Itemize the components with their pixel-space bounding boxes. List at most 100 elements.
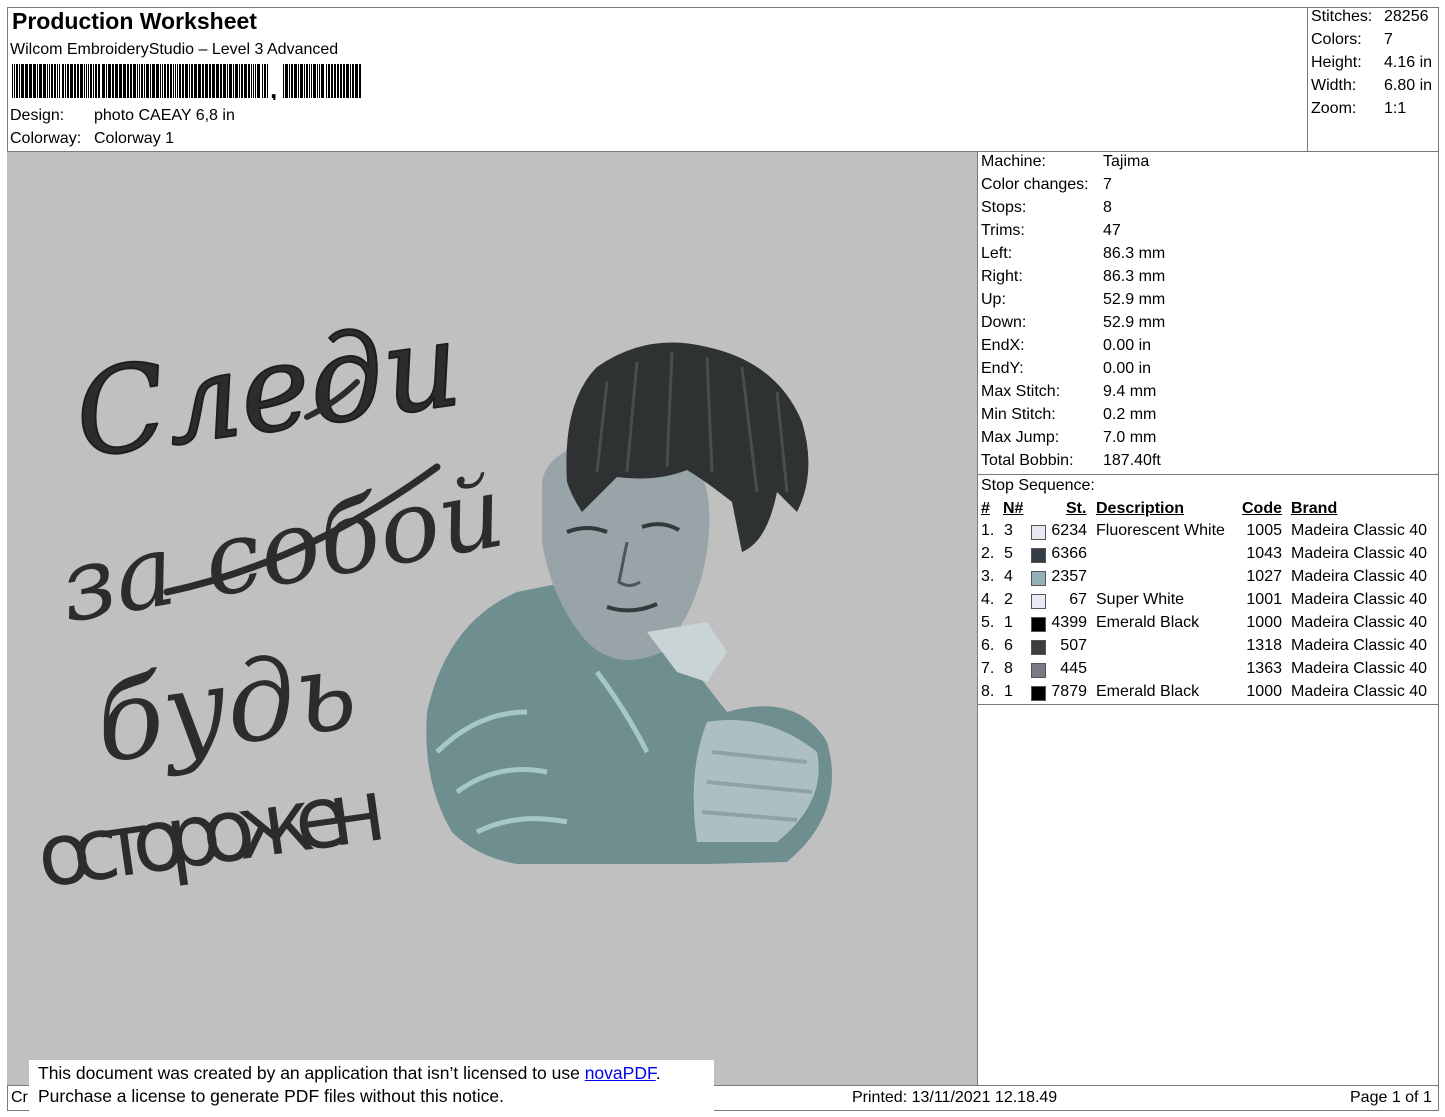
- stitch-count: 4399: [1051, 614, 1087, 631]
- needle-number: 1: [1004, 614, 1013, 631]
- table-row: 2. 5 6366 1043 Madeira Classic 40: [0, 545, 1445, 568]
- column-header-brand: Brand: [1291, 500, 1338, 517]
- property-value: 9.4 mm: [1103, 383, 1157, 400]
- column-header-stitches: St.: [1066, 500, 1087, 517]
- stitch-count: 67: [1069, 591, 1087, 608]
- stitch-count: 507: [1060, 637, 1087, 654]
- property-value: 7.0 mm: [1103, 429, 1157, 446]
- property-value: 86.3 mm: [1103, 245, 1166, 262]
- zoom-label: Zoom:: [1311, 100, 1357, 117]
- application-subtitle: Wilcom EmbroideryStudio – Level 3 Advanc…: [10, 41, 339, 58]
- needle-number: 5: [1004, 545, 1013, 562]
- stitch-count: 7879: [1051, 683, 1087, 700]
- property-label: Down:: [981, 314, 1027, 331]
- property-label: Stops:: [981, 199, 1027, 216]
- thread-brand: Madeira Classic 40: [1291, 614, 1428, 631]
- barcode: ,: [12, 64, 361, 100]
- needle-number: 3: [1004, 522, 1013, 539]
- color-swatch: [1031, 663, 1046, 678]
- property-value: 86.3 mm: [1103, 268, 1166, 285]
- stitches-label: Stitches:: [1311, 8, 1373, 25]
- property-label: Max Jump:: [981, 429, 1060, 446]
- row-number: 4.: [981, 591, 995, 608]
- thread-code: 1027: [1246, 568, 1282, 585]
- worksheet-title: Production Worksheet: [12, 8, 257, 34]
- stop-sequence-title: Stop Sequence:: [981, 477, 1095, 494]
- property-value: 0.2 mm: [1103, 406, 1157, 423]
- needle-number: 8: [1004, 660, 1013, 677]
- property-value: 0.00 in: [1103, 360, 1152, 377]
- thread-description: Emerald Black: [1096, 683, 1200, 700]
- color-swatch: [1031, 640, 1046, 655]
- notice-text: This document was created by an applicat…: [38, 1063, 585, 1083]
- row-number: 3.: [981, 568, 995, 585]
- color-swatch: [1031, 686, 1046, 701]
- table-row: 7. 8 445 1363 Madeira Classic 40: [0, 660, 1445, 683]
- property-label: Right:: [981, 268, 1023, 285]
- stitch-count: 445: [1060, 660, 1087, 677]
- property-label: Left:: [981, 245, 1013, 262]
- thread-code: 1363: [1246, 660, 1282, 677]
- property-value: 187.40ft: [1103, 452, 1161, 469]
- color-swatch: [1031, 525, 1046, 540]
- property-label: EndY:: [981, 360, 1024, 377]
- stitch-count: 6234: [1051, 522, 1087, 539]
- color-swatch: [1031, 594, 1046, 609]
- thread-brand: Madeira Classic 40: [1291, 660, 1428, 677]
- property-label: Min Stitch:: [981, 406, 1056, 423]
- needle-number: 6: [1004, 637, 1013, 654]
- table-row: 3. 4 2357 1027 Madeira Classic 40: [0, 568, 1445, 591]
- property-label: Trims:: [981, 222, 1025, 239]
- property-label: Up:: [981, 291, 1006, 308]
- column-header-num: #: [981, 500, 990, 517]
- property-value: 7: [1103, 176, 1112, 193]
- footer-created-label: Cr: [11, 1089, 28, 1106]
- row-number: 6.: [981, 637, 995, 654]
- novapdf-link[interactable]: novaPDF: [585, 1063, 656, 1083]
- table-row: 1. 3 6234 Fluorescent White 1005 Madeira Clas…: [0, 522, 1445, 545]
- property-label: Total Bobbin:: [981, 452, 1074, 469]
- thread-code: 1318: [1246, 637, 1282, 654]
- thread-brand: Madeira Classic 40: [1291, 522, 1428, 539]
- property-value: 52.9 mm: [1103, 314, 1166, 331]
- design-label: Design:: [10, 107, 65, 124]
- svg-text:Следи: Следи: [67, 294, 468, 484]
- color-swatch: [1031, 571, 1046, 586]
- column-header-code: Code: [1242, 500, 1282, 517]
- page-number: Page 1 of 1: [1350, 1089, 1432, 1106]
- stitches-value: 28256: [1384, 8, 1429, 25]
- row-number: 1.: [981, 522, 995, 539]
- column-header-description: Description: [1096, 500, 1185, 517]
- notice-period: .: [655, 1063, 661, 1083]
- thread-code: 1001: [1246, 591, 1282, 608]
- needle-number: 1: [1004, 683, 1013, 700]
- colors-value: 7: [1384, 31, 1393, 48]
- colorway-label: Colorway:: [10, 130, 82, 147]
- thread-code: 1043: [1246, 545, 1282, 562]
- stitch-count: 2357: [1051, 568, 1087, 585]
- property-label: EndX:: [981, 337, 1025, 354]
- svg-text:осторожен: осторожен: [31, 760, 392, 908]
- width-label: Width:: [1311, 77, 1357, 94]
- thread-brand: Madeira Classic 40: [1291, 545, 1428, 562]
- table-row: 8. 1 7879 Emerald Black 1000 Madeira Classic …: [0, 683, 1445, 706]
- zoom-value: 1:1: [1384, 100, 1407, 117]
- thread-code: 1000: [1246, 683, 1282, 700]
- svg-text:,: ,: [270, 74, 277, 100]
- row-number: 5.: [981, 614, 995, 631]
- needle-number: 4: [1004, 568, 1013, 585]
- row-number: 2.: [981, 545, 995, 562]
- thread-brand: Madeira Classic 40: [1291, 683, 1428, 700]
- property-value: 52.9 mm: [1103, 291, 1166, 308]
- property-label: Color changes:: [981, 176, 1089, 193]
- stitch-count: 6366: [1051, 545, 1087, 562]
- row-number: 8.: [981, 683, 995, 700]
- property-label: Machine:: [981, 153, 1046, 170]
- thread-brand: Madeira Classic 40: [1291, 568, 1428, 585]
- license-notice: This document was created by an applicat…: [29, 1060, 714, 1112]
- property-value: 47: [1103, 222, 1121, 239]
- table-row: 6. 6 507 1318 Madeira Classic 40: [0, 637, 1445, 660]
- column-header-needle: N#: [1003, 500, 1024, 517]
- thread-description: Fluorescent White: [1096, 522, 1225, 539]
- thread-description: Emerald Black: [1096, 614, 1200, 631]
